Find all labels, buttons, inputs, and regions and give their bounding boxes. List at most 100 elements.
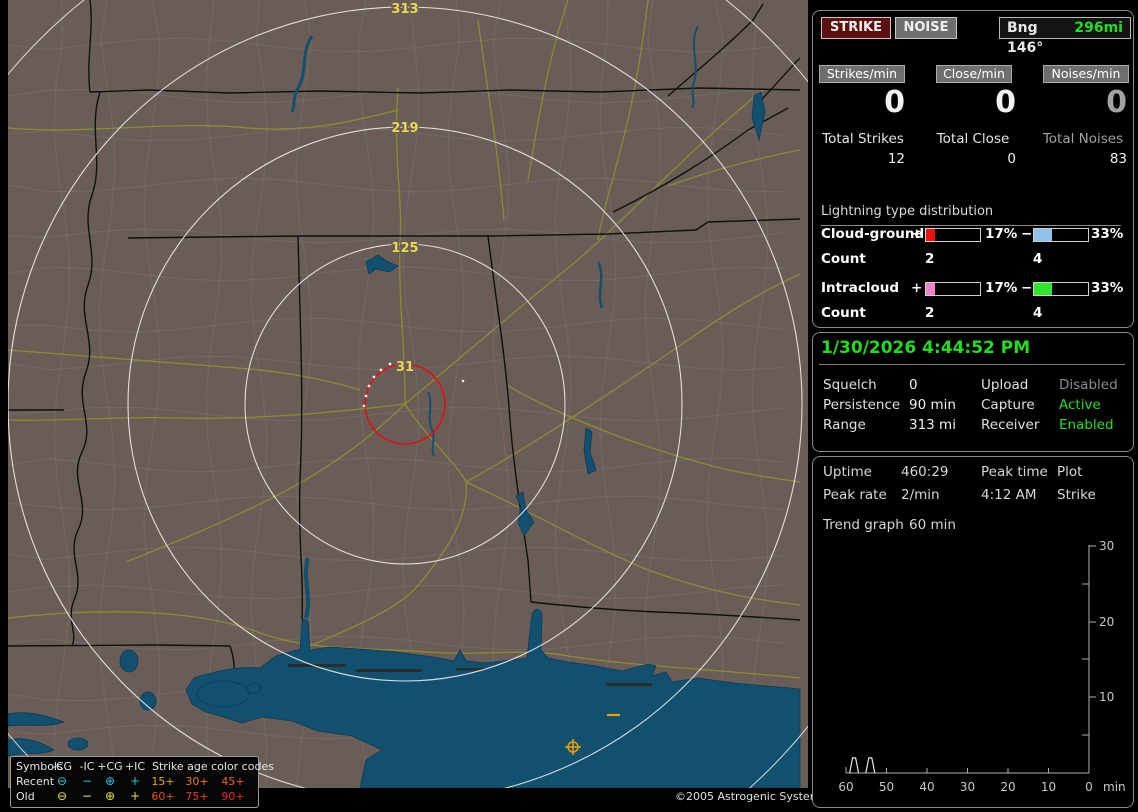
ring-label-219: 219 [391, 121, 418, 136]
svg-text:50: 50 [879, 780, 894, 794]
cg-plus-count: 2 [925, 251, 935, 267]
legend-age-60: 60+ [151, 790, 175, 803]
ic-neg-old-icon: − [81, 789, 93, 803]
total-strikes-value: 12 [887, 151, 905, 167]
ic-pos-old-icon: + [129, 789, 141, 803]
legend-age-45: 45+ [221, 775, 245, 788]
capture-label: Capture [981, 397, 1035, 413]
datetime-display: 1/30/2026 4:44:52 PM [821, 338, 1031, 358]
persistence-value: 90 min [909, 397, 956, 413]
receiver-label: Receiver [981, 417, 1040, 433]
ic-minus-bar [1033, 282, 1089, 296]
cg-minus-pct: 33% [1091, 226, 1124, 242]
ic-minus-sign: − [1021, 280, 1033, 296]
upload-status: Disabled [1059, 377, 1118, 393]
cg-pos-recent-icon: ⊕ [104, 774, 116, 788]
total-strikes-label: Total Strikes [822, 131, 904, 147]
persistence-label: Persistence [823, 397, 901, 413]
peak-rate-value: 2/min [901, 487, 940, 503]
bearing-distance: 296mi [1074, 20, 1123, 36]
trend-axes [845, 545, 1096, 774]
strike-trend-chart: 30 20 10 60 50 40 30 20 10 0 min [838, 539, 1125, 794]
total-noises-value: 83 [1109, 151, 1127, 167]
trend-series-strike [849, 757, 876, 774]
svg-text:10: 10 [1099, 690, 1114, 704]
squelch-label: Squelch [823, 377, 877, 393]
bearing-display: Bng 146° 296mi [999, 17, 1131, 56]
legend-age-title: Strike age color codes [152, 760, 274, 773]
cg-minus-count: 4 [1033, 251, 1043, 267]
legend-recent-label: Recent [16, 775, 55, 788]
strikes-per-min-value: 0 [884, 85, 905, 120]
svg-text:40: 40 [919, 780, 934, 794]
trend-x-unit: min [1103, 780, 1126, 794]
uptime-label: Uptime [823, 464, 872, 480]
svg-text:20: 20 [1000, 780, 1015, 794]
peak-rate-label: Peak rate [823, 487, 887, 503]
trend-panel: Uptime 460:29 Peak time Plot Peak rate 2… [812, 456, 1134, 808]
uptime-value: 460:29 [901, 464, 949, 480]
range-label: Range [823, 417, 866, 433]
legend-age-30: 30+ [185, 775, 209, 788]
distribution-title: Lightning type distribution [821, 204, 1121, 226]
map-canvas: 313 219 125 31 [8, 0, 808, 788]
peak-time-label: Peak time [981, 464, 1048, 480]
ic-minus-count: 4 [1033, 305, 1043, 321]
noises-per-min-value: 0 [1106, 85, 1127, 120]
counters-panel: STRIKE NOISE Bng 146° 296mi Strikes/min … [812, 10, 1134, 328]
legend-col-ic-pos: +IC [124, 760, 146, 773]
plot-mode-value: Strike [1057, 487, 1096, 503]
capture-status: Active [1059, 397, 1101, 413]
trend-graph-value: 60 min [909, 517, 956, 533]
noises-per-min-button[interactable]: Noises/min [1043, 65, 1129, 83]
ic-pos-recent-icon: + [129, 774, 141, 788]
nexstorm-window: 313 219 125 31 Symbols -CG -IC +CG +IC S… [0, 0, 1138, 812]
status-panel: 1/30/2026 4:44:52 PM Squelch 0 Persisten… [812, 332, 1134, 452]
peak-time-value: 4:12 AM [981, 487, 1037, 503]
receiver-status: Enabled [1059, 417, 1114, 433]
noise-mode-button[interactable]: NOISE [895, 17, 957, 39]
legend-col-cg-pos: +CG [97, 760, 123, 773]
ring-label-125: 125 [391, 241, 418, 256]
cloud-ground-label: Cloud-ground [821, 226, 925, 242]
ic-plus-bar [925, 282, 981, 296]
ic-plus-pct: 17% [985, 280, 1018, 296]
svg-text:30: 30 [960, 780, 975, 794]
map-legend: Symbols -CG -IC +CG +IC Strike age color… [10, 756, 274, 808]
legend-col-ic-neg: -IC [79, 760, 95, 773]
close-per-min-value: 0 [995, 85, 1016, 120]
ic-count-label: Count [821, 305, 866, 321]
legend-col-cg-neg: -CG [51, 760, 73, 773]
ic-plus-count: 2 [925, 305, 935, 321]
svg-text:0: 0 [1085, 780, 1093, 794]
close-per-min-button[interactable]: Close/min [936, 65, 1012, 83]
total-noises-label: Total Noises [1042, 131, 1124, 147]
trend-graph-label: Trend graph [823, 517, 904, 533]
ring-label-31: 31 [396, 360, 414, 375]
cg-minus-bar [1033, 228, 1089, 242]
lightning-map[interactable]: 313 219 125 31 Symbols -CG -IC +CG +IC S… [8, 0, 826, 812]
squelch-value: 0 [909, 377, 918, 393]
legend-age-15: 15+ [151, 775, 175, 788]
cg-plus-pct: 17% [985, 226, 1018, 242]
legend-age-75: 75+ [185, 790, 209, 803]
strikes-per-min-button[interactable]: Strikes/min [819, 65, 905, 83]
ring-label-313: 313 [391, 2, 418, 17]
copyright-text: ©2005 Astrogenic Systems [675, 790, 827, 803]
bearing-label: Bng 146° [1007, 20, 1044, 56]
plot-label: Plot [1057, 464, 1083, 480]
svg-text:20: 20 [1099, 615, 1114, 629]
total-close-value: 0 [1007, 151, 1016, 167]
legend-age-90: 90+ [221, 790, 245, 803]
strike-mode-button[interactable]: STRIKE [821, 17, 891, 39]
svg-text:60: 60 [838, 780, 853, 794]
cg-pos-old-icon: ⊕ [104, 789, 116, 803]
range-value: 313 mi [909, 417, 956, 433]
upload-label: Upload [981, 377, 1029, 393]
svg-text:10: 10 [1041, 780, 1056, 794]
cg-neg-old-icon: ⊖ [56, 789, 68, 803]
trend-tick-labels: 30 20 10 60 50 40 30 20 10 0 min [838, 539, 1125, 794]
cg-plus-bar [925, 228, 981, 242]
total-close-label: Total Close [936, 131, 1010, 147]
cg-count-label: Count [821, 251, 866, 267]
